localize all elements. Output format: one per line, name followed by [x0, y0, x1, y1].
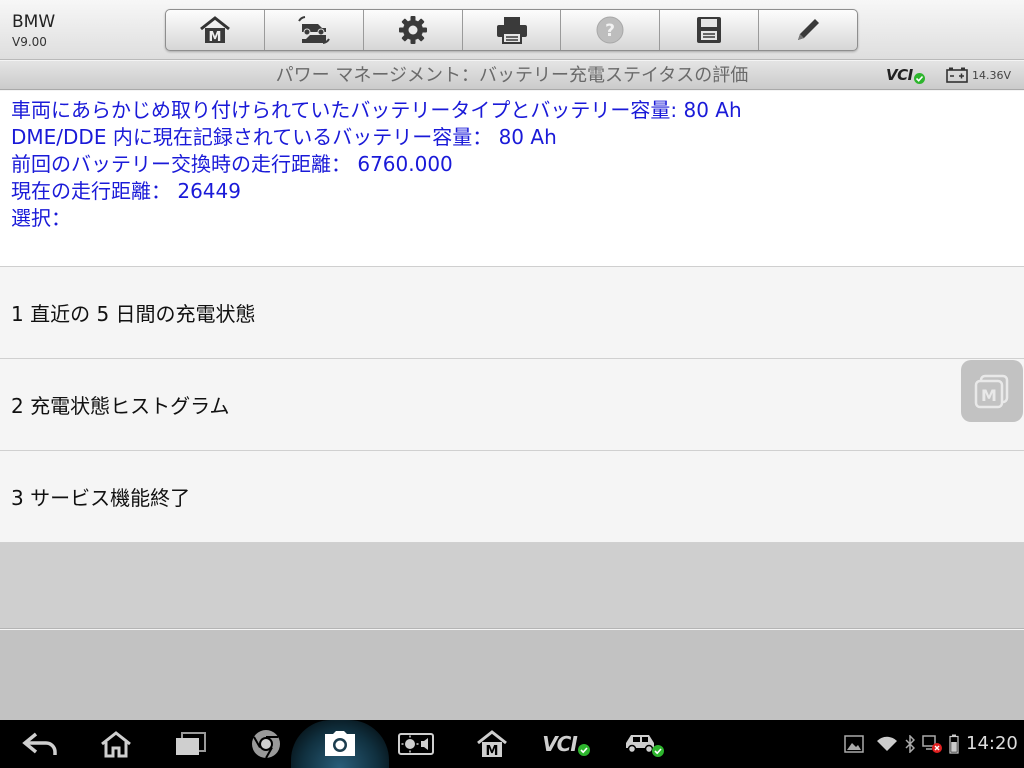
vci-nav-button[interactable]: VCI — [540, 720, 592, 768]
home-m-icon: M — [477, 730, 507, 759]
home-button[interactable]: M — [166, 10, 265, 50]
edit-button[interactable] — [759, 10, 857, 50]
screenshot-button[interactable] — [320, 720, 360, 768]
bottom-empty-area — [0, 630, 1024, 720]
browser-button[interactable] — [246, 720, 286, 768]
wifi-icon — [877, 736, 897, 751]
wifi-status — [875, 720, 899, 768]
car-battery-icon — [946, 67, 968, 83]
recent-apps-icon — [176, 732, 206, 755]
printer-icon — [496, 17, 527, 44]
vehicle-make: BMW — [12, 12, 56, 32]
help-icon: ? — [596, 16, 624, 44]
svg-text:M: M — [981, 386, 997, 405]
help-button[interactable]: ? — [561, 10, 661, 50]
brightness-volume-button[interactable] — [396, 720, 436, 768]
vci-status: VCI — [886, 66, 925, 84]
system-clock: 14:20 — [966, 733, 1018, 754]
brand-block: BMW V9.00 — [12, 12, 55, 50]
gallery-notification — [842, 720, 866, 768]
svg-text:M: M — [486, 744, 499, 759]
floating-m-icon: M — [974, 374, 1009, 409]
vehicle-swap-button[interactable] — [265, 10, 364, 50]
settings-button[interactable] — [364, 10, 463, 50]
vehicle-swap-icon — [297, 16, 330, 44]
bluetooth-status — [902, 720, 918, 768]
app-version: V9.00 — [12, 35, 47, 49]
battery-icon — [949, 734, 959, 754]
empty-area — [0, 543, 1024, 629]
camera-icon — [325, 731, 355, 756]
battery-level — [946, 720, 962, 768]
print-button[interactable] — [463, 10, 562, 50]
chrome-icon — [252, 730, 280, 759]
title-bar: パワー マネージメント：バッテリー充電ステイタスの評価 VCI 14.36V — [0, 61, 1024, 90]
info-line-current-mileage: 現在の走行距離： 26449 — [11, 179, 241, 203]
page-title: パワー マネージメント：バッテリー充電ステイタスの評価 — [275, 65, 749, 86]
recent-apps-button[interactable] — [170, 720, 210, 768]
brightness-volume-icon — [398, 733, 434, 755]
info-line-select-prompt: 選択： — [11, 206, 71, 230]
info-line-preinstalled-capacity: 車両にあらかじめ取り付けられていたバッテリータイプとバッテリー容量: 80 Ah — [11, 98, 742, 122]
svg-text:?: ? — [605, 21, 615, 41]
info-line-last-replacement-mileage: 前回のバッテリー交換時の走行距離： 6760.000 — [11, 152, 453, 176]
network-status — [920, 720, 944, 768]
maxisys-home-button[interactable]: M — [472, 720, 512, 768]
network-error-icon — [922, 735, 942, 753]
battery-voltage: 14.36V — [972, 68, 1012, 82]
pencil-icon — [798, 19, 820, 40]
save-button[interactable] — [660, 10, 760, 50]
info-line-recorded-capacity: DME/DDE 内に現在記録されているバッテリー容量： 80 Ah — [11, 125, 557, 149]
top-toolbar: BMW V9.00 M ? — [0, 0, 1024, 60]
system-navigation-bar — [0, 720, 1024, 768]
home-m-icon: M — [199, 16, 230, 45]
check-icon — [913, 72, 925, 84]
gear-icon — [398, 16, 427, 44]
option-exit-service-function[interactable]: 3 サービス機能終了 — [0, 451, 1024, 543]
home-icon — [101, 731, 131, 758]
vci-label: VCI — [886, 66, 913, 84]
vehicle-status-button[interactable] — [620, 720, 668, 768]
floating-menu-button[interactable]: M — [961, 360, 1023, 422]
back-button[interactable] — [20, 720, 60, 768]
toolbar-button-group: M ? — [165, 9, 858, 51]
check-icon — [577, 744, 590, 756]
back-arrow-icon — [22, 732, 57, 755]
home-nav-button[interactable] — [95, 720, 137, 768]
save-icon — [697, 17, 722, 43]
vci-nav-label: VCI — [542, 732, 578, 756]
svg-text:M: M — [208, 30, 221, 45]
option-charge-state-5-days[interactable]: 1 直近の 5 日間の充電状態 — [0, 267, 1024, 359]
battery-status: 14.36V — [946, 67, 1011, 83]
bluetooth-icon — [905, 735, 915, 753]
car-icon — [626, 735, 664, 757]
option-charge-state-histogram[interactable]: 2 充電状態ヒストグラム — [0, 359, 1024, 451]
image-icon — [844, 735, 864, 753]
info-panel: 車両にあらかじめ取り付けられていたバッテリータイプとバッテリー容量: 80 Ah… — [0, 91, 1024, 267]
